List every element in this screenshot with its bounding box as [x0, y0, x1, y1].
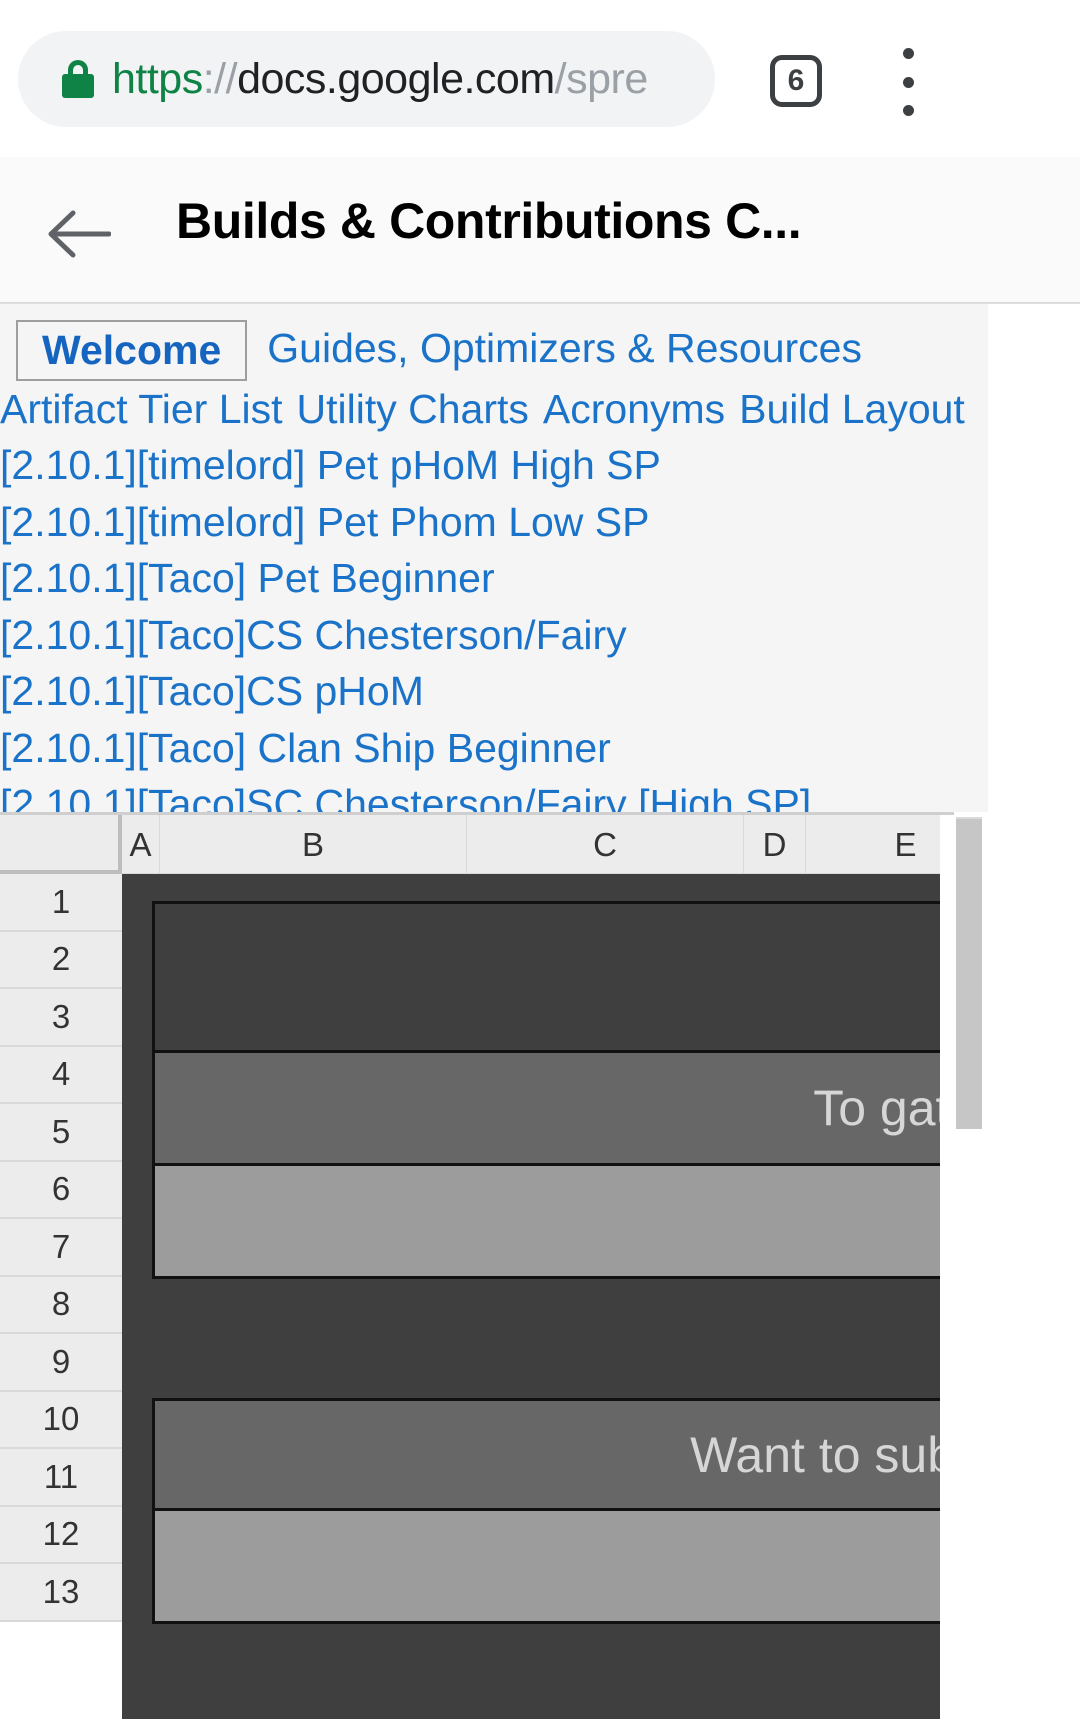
column-header-label: B: [301, 825, 324, 863]
column-header-D[interactable]: D: [744, 815, 806, 874]
row-header-4[interactable]: 4: [0, 1047, 122, 1104]
sheet-tab-11[interactable]: [2.10.1][Taco] Clan Ship Beginner: [0, 720, 611, 777]
row-header-2[interactable]: 2: [0, 932, 122, 989]
row-header-10[interactable]: 10: [0, 1392, 122, 1449]
cell-submit-banner-2[interactable]: [152, 1511, 940, 1624]
row-header-label: 11: [43, 1457, 79, 1495]
sheet-tab-list: Welcome Guides, Optimizers & Resources Art…: [0, 320, 988, 812]
cell-submit-banner-text: Want to submit a new: [690, 1426, 940, 1483]
arrow-left-icon[interactable]: [47, 209, 111, 259]
address-bar[interactable]: https://docs.google.com/spre: [18, 31, 715, 127]
url-separator: ://: [202, 55, 238, 103]
sheet-tab-12[interactable]: [2.10.1][Taco]SC Chesterson/Fairy [High …: [0, 776, 812, 813]
url-host: docs.google.com: [237, 55, 555, 103]
row-header-label: 13: [42, 1572, 80, 1610]
lock-icon: [62, 60, 94, 98]
row-header-label: 10: [42, 1400, 80, 1438]
column-header-label: C: [593, 825, 617, 863]
cell-subtitle-banner[interactable]: To gather all the: [152, 1053, 940, 1166]
sheet-tab-2[interactable]: Artifact Tier List: [0, 381, 283, 438]
cell-submit-banner[interactable]: Want to submit a new: [152, 1398, 940, 1511]
tab-switcher-button[interactable]: 6: [770, 55, 822, 107]
sheet-tab-label: Acronyms: [542, 385, 726, 432]
sheet-tab-label: [2.10.1][timelord] Pet pHoM High SP: [0, 442, 661, 488]
spreadsheet-grid[interactable]: ABCDE 12345678910111213 Builds To gather…: [0, 812, 1080, 1719]
row-header-label: 1: [51, 882, 71, 920]
sheet-tab-label: [2.10.1][Taco] Pet Beginner: [0, 555, 495, 601]
sheet-tab-label: Build Layout: [739, 385, 965, 432]
row-header-label: 6: [51, 1170, 71, 1208]
sheet-tab-label: Guides, Optimizers & Resources: [267, 325, 862, 371]
row-header-3[interactable]: 3: [0, 989, 122, 1047]
sheet-tab-7[interactable]: [2.10.1][timelord] Pet Phom Low SP: [0, 494, 650, 551]
row-header-label: 3: [51, 997, 71, 1035]
row-header-column: 1 2 3 4 5 6 7 8 9 10 11 12 13: [0, 874, 122, 1622]
sheet-tab-6[interactable]: [2.10.1][timelord] Pet pHoM High SP: [0, 437, 661, 494]
vertical-scrollbar-thumb[interactable]: [956, 817, 982, 1129]
cell-subtitle-banner-text: To gather all the: [813, 1080, 940, 1136]
document-header: Builds & Contributions C...: [0, 157, 1080, 304]
cells-viewport[interactable]: Builds To gather all the Builds Want to …: [122, 874, 940, 1719]
sheet-tab-label: Artifact Tier List: [0, 385, 283, 432]
tab-count-label: 6: [787, 64, 805, 97]
browser-toolbar: https://docs.google.com/spre 6: [0, 0, 1080, 157]
column-header-label: D: [762, 825, 787, 863]
sheet-tab-label: Welcome: [42, 327, 222, 373]
row-header-13[interactable]: 13: [0, 1564, 122, 1622]
column-header-label: A: [129, 825, 152, 863]
sheet-tab-label: [2.10.1][Taco]SC Chesterson/Fairy [High …: [0, 781, 812, 813]
row-header-label: 12: [42, 1515, 80, 1553]
url-text: https://docs.google.com/spre: [112, 31, 715, 127]
row-header-11[interactable]: 11: [0, 1449, 122, 1507]
sheet-tab-0[interactable]: Welcome: [16, 320, 248, 381]
sheet-tab-9[interactable]: [2.10.1][Taco]CS Chesterson/Fairy: [0, 607, 627, 664]
sheet-tab-1[interactable]: Guides, Optimizers & Resources: [267, 320, 862, 377]
sheet-tab-5[interactable]: Build Layout: [739, 381, 965, 438]
column-header-B[interactable]: B: [160, 815, 467, 874]
row-header-label: 7: [51, 1227, 71, 1265]
row-header-label: 5: [51, 1112, 71, 1150]
row-header-1[interactable]: 1: [0, 874, 122, 932]
url-scheme: https: [112, 55, 203, 103]
sheet-tab-3[interactable]: Utility Charts: [297, 381, 529, 438]
row-header-label: 4: [51, 1055, 71, 1093]
sheet-tab-label: Utility Charts: [296, 385, 529, 432]
row-header-7[interactable]: 7: [0, 1219, 122, 1277]
row-header-6[interactable]: 6: [0, 1162, 122, 1219]
url-path: /spre: [554, 55, 649, 103]
row-header-label: 8: [51, 1285, 71, 1323]
sheet-tab-strip[interactable]: Welcome Guides, Optimizers & Resources Art…: [0, 304, 988, 812]
sheet-tab-label: [2.10.1][Taco]CS pHoM: [0, 668, 424, 714]
cell-title-banner[interactable]: Builds: [152, 901, 940, 1053]
column-header-C[interactable]: C: [467, 815, 744, 874]
row-header-label: 9: [51, 1342, 71, 1380]
sheet-tab-label: [2.10.1][timelord] Pet Phom Low SP: [0, 498, 650, 545]
column-header-A[interactable]: A: [122, 815, 160, 874]
row-header-12[interactable]: 12: [0, 1507, 122, 1564]
sheet-tab-4[interactable]: Acronyms: [543, 381, 725, 438]
sheet-tab-label: [2.10.1][Taco]CS Chesterson/Fairy: [0, 611, 627, 658]
row-header-label: 2: [51, 940, 71, 978]
column-header-row: A B C D E: [122, 815, 1006, 874]
sheet-tab-label: [2.10.1][Taco] Clan Ship Beginner: [0, 724, 611, 771]
select-all-corner[interactable]: [0, 815, 122, 874]
sheet-tab-10[interactable]: [2.10.1][Taco]CS pHoM: [0, 663, 424, 720]
page-title: Builds & Contributions C...: [176, 193, 802, 249]
more-vert-icon[interactable]: [886, 48, 930, 116]
cell-subtitle-banner-2[interactable]: Builds: [152, 1166, 940, 1279]
row-header-5[interactable]: 5: [0, 1104, 122, 1162]
sheet-tab-8[interactable]: [2.10.1][Taco] Pet Beginner: [0, 550, 495, 607]
column-header-label: E: [894, 825, 917, 863]
row-header-8[interactable]: 8: [0, 1277, 122, 1334]
row-header-9[interactable]: 9: [0, 1334, 122, 1392]
